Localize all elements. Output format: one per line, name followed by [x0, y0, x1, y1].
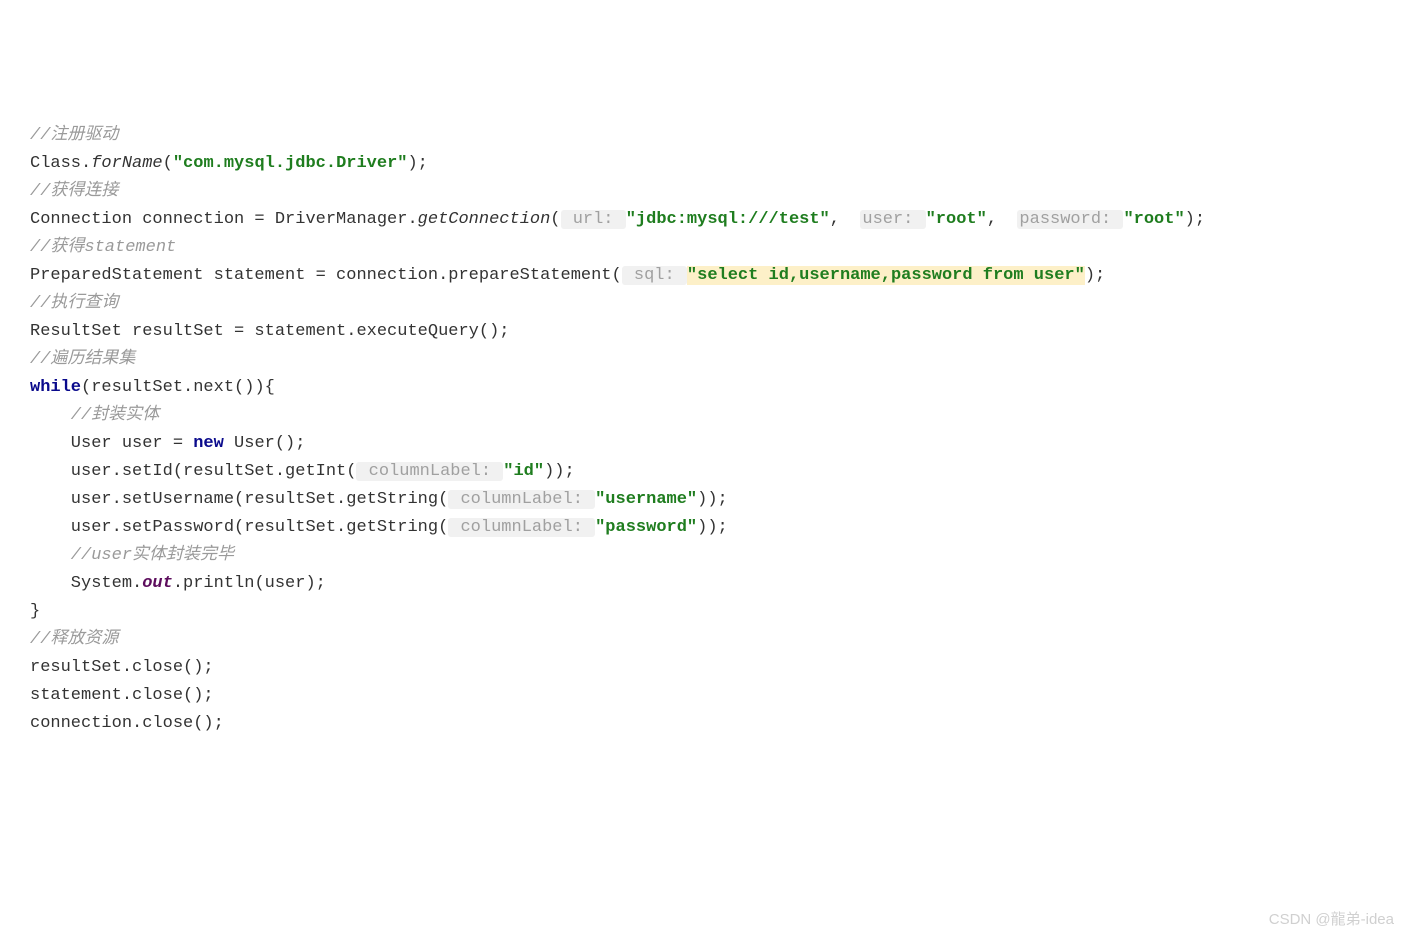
code-text: User();: [224, 434, 306, 453]
code-text: Class.: [30, 154, 91, 173]
code-text: }: [30, 602, 40, 621]
comment: //注册驱动: [30, 126, 118, 145]
code-text: statement.close();: [30, 686, 214, 705]
comment: //封装实体: [30, 406, 159, 425]
code-text: user.setPassword(resultSet.getString(: [30, 518, 448, 537]
comment: //user实体封装完毕: [30, 546, 234, 565]
code-text: user.setId(resultSet.getInt(: [30, 462, 356, 481]
method: forName: [91, 154, 162, 173]
param-hint: url:: [561, 210, 626, 229]
code-text: user.setUsername(resultSet.getString(: [30, 490, 448, 509]
code-text: ));: [544, 462, 575, 481]
code-text: ,: [830, 210, 861, 229]
string: "password": [595, 518, 697, 537]
string: ": [1075, 266, 1085, 285]
code-text: .println(user);: [173, 574, 326, 593]
string: "com.mysql.jdbc.Driver": [173, 154, 408, 173]
code-text: );: [407, 154, 427, 173]
code-text: Connection connection = DriverManager.: [30, 210, 418, 229]
code-block: //注册驱动 Class.forName("com.mysql.jdbc.Dri…: [30, 122, 1414, 738]
string: "id": [503, 462, 544, 481]
string: "root": [926, 210, 987, 229]
param-hint: columnLabel:: [448, 490, 595, 509]
field: out: [142, 574, 173, 593]
method: getConnection: [418, 210, 551, 229]
keyword: new: [193, 434, 224, 453]
code-text: );: [1085, 266, 1105, 285]
sql-keyword: select: [697, 266, 758, 285]
comment: //遍历结果集: [30, 350, 135, 369]
param-hint: columnLabel:: [356, 462, 503, 481]
comment: //释放资源: [30, 630, 118, 649]
sql-keyword: from: [983, 266, 1024, 285]
code-text: System.: [30, 574, 142, 593]
string: "username": [595, 490, 697, 509]
param-hint: columnLabel:: [448, 518, 595, 537]
code-text: ));: [697, 518, 728, 537]
code-text: (resultSet.next()){: [81, 378, 275, 397]
code-text: connection.close();: [30, 714, 224, 733]
param-hint: user:: [860, 210, 925, 229]
code-text: );: [1185, 210, 1205, 229]
code-text: (: [163, 154, 173, 173]
string: "root": [1123, 210, 1184, 229]
code-text: ,: [987, 210, 1018, 229]
keyword: while: [30, 378, 81, 397]
comment: //获得statement: [30, 238, 176, 257]
string: user: [1024, 266, 1075, 285]
comment: //执行查询: [30, 294, 118, 313]
sql-highlight: "select id,username,password from user": [687, 266, 1085, 285]
param-hint: sql:: [622, 266, 687, 285]
string: ": [687, 266, 697, 285]
comment: //获得连接: [30, 182, 118, 201]
code-text: ResultSet resultSet = statement.executeQ…: [30, 322, 509, 341]
code-text: ));: [697, 490, 728, 509]
string: id,username,password: [758, 266, 982, 285]
code-text: PreparedStatement statement = connection…: [30, 266, 622, 285]
watermark: CSDN @龍弟-idea: [1269, 906, 1394, 934]
code-text: resultSet.close();: [30, 658, 214, 677]
param-hint: password:: [1017, 210, 1123, 229]
code-text: User user =: [30, 434, 193, 453]
code-text: (: [550, 210, 560, 229]
string: "jdbc:mysql:///test": [626, 210, 830, 229]
